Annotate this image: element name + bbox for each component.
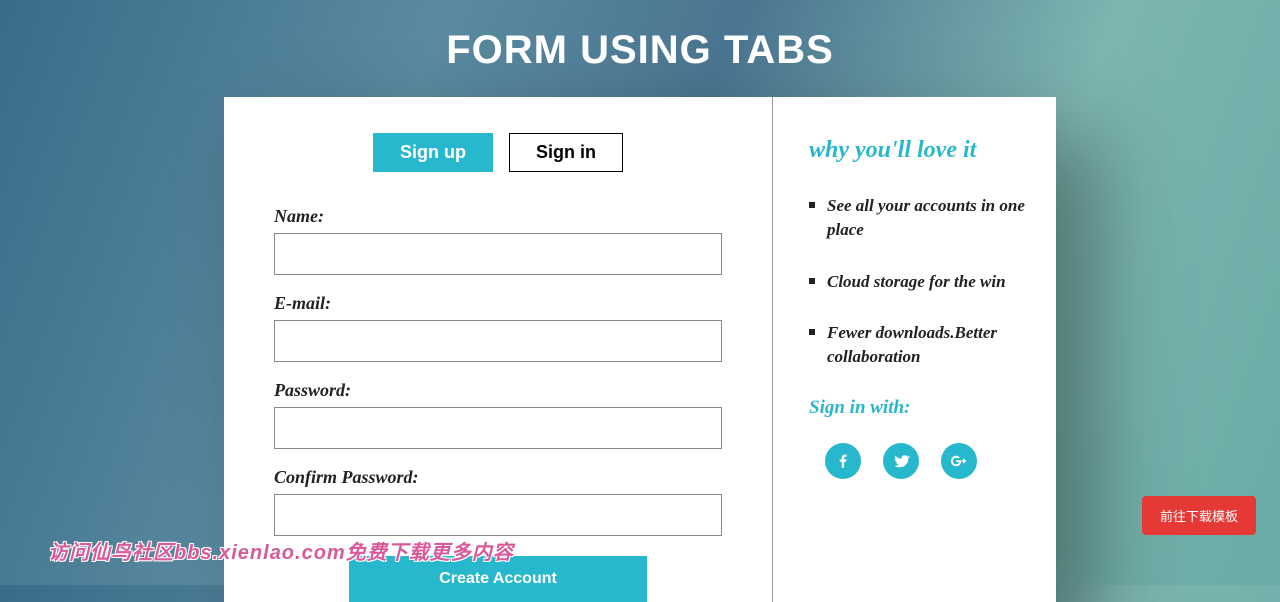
facebook-icon[interactable] bbox=[825, 443, 861, 479]
social-row bbox=[809, 443, 1030, 479]
tab-signup[interactable]: Sign up bbox=[373, 133, 493, 172]
download-template-button[interactable]: 前往下载模板 bbox=[1142, 496, 1256, 535]
benefit-item: Fewer downloads.Better collaboration bbox=[809, 321, 1030, 369]
tabs: Sign up Sign in bbox=[264, 133, 732, 172]
field-name: Name: bbox=[274, 206, 722, 275]
twitter-icon[interactable] bbox=[883, 443, 919, 479]
sidebar-panel: why you'll love it See all your accounts… bbox=[772, 97, 1056, 602]
field-password: Password: bbox=[274, 380, 722, 449]
label-password: Password: bbox=[274, 380, 722, 401]
input-name[interactable] bbox=[274, 233, 722, 275]
form-card: Sign up Sign in Name: E-mail: Password: … bbox=[224, 97, 1056, 602]
page-title: FORM USING TABS bbox=[0, 0, 1280, 97]
google-plus-icon[interactable] bbox=[941, 443, 977, 479]
submit-button[interactable]: Create Account bbox=[349, 556, 647, 602]
form-panel: Sign up Sign in Name: E-mail: Password: … bbox=[224, 97, 772, 602]
label-confirm-password: Confirm Password: bbox=[274, 467, 722, 488]
label-email: E-mail: bbox=[274, 293, 722, 314]
label-name: Name: bbox=[274, 206, 722, 227]
love-title: why you'll love it bbox=[809, 137, 1030, 164]
tab-signin[interactable]: Sign in bbox=[509, 133, 623, 172]
benefit-item: Cloud storage for the win bbox=[809, 270, 1030, 294]
benefits-list: See all your accounts in one place Cloud… bbox=[809, 194, 1030, 369]
signin-with-label: Sign in with: bbox=[809, 397, 1030, 419]
input-email[interactable] bbox=[274, 320, 722, 362]
input-confirm-password[interactable] bbox=[274, 494, 722, 536]
field-email: E-mail: bbox=[274, 293, 722, 362]
input-password[interactable] bbox=[274, 407, 722, 449]
benefit-item: See all your accounts in one place bbox=[809, 194, 1030, 242]
field-confirm-password: Confirm Password: bbox=[274, 467, 722, 536]
